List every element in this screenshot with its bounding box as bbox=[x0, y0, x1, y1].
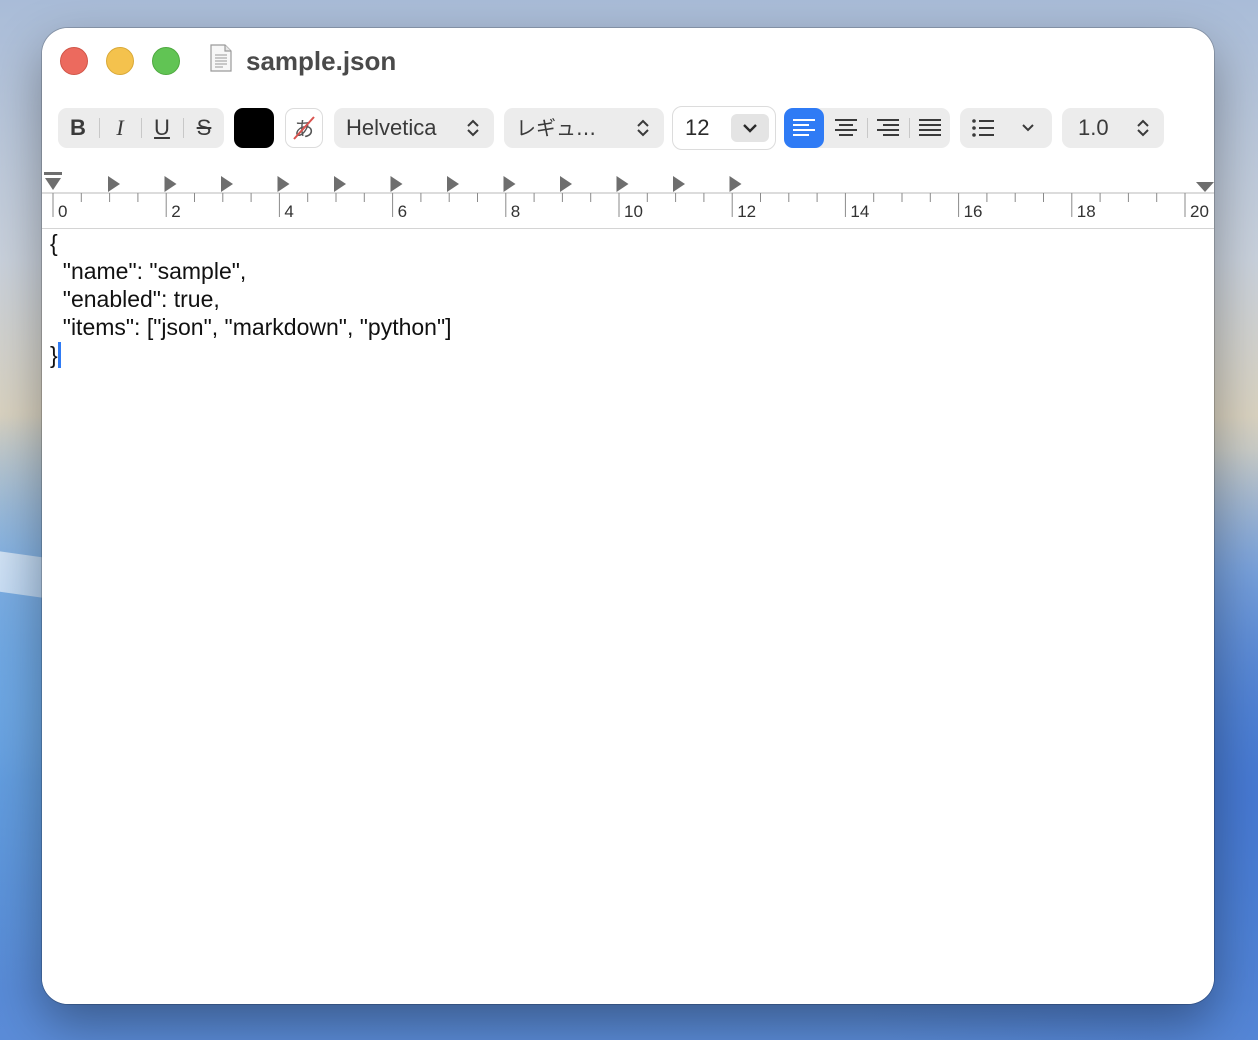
ruler-label: 16 bbox=[963, 202, 983, 221]
ruler-label: 20 bbox=[1190, 202, 1209, 221]
font-family-value: Helvetica bbox=[346, 115, 437, 140]
align-right-button[interactable] bbox=[868, 108, 908, 148]
right-margin-marker bbox=[1196, 182, 1214, 192]
underline-button[interactable]: U bbox=[142, 108, 182, 148]
text-caret bbox=[58, 342, 61, 368]
first-line-indent-marker bbox=[44, 172, 62, 175]
alignment-segmented-control bbox=[784, 108, 950, 148]
textedit-window: sample.json B I U S あ Helvetica bbox=[42, 28, 1214, 1004]
updown-chevron-icon bbox=[467, 119, 479, 137]
ruler-label: 2 bbox=[171, 202, 181, 221]
tab-stop-marker bbox=[616, 176, 629, 192]
ruler-label: 4 bbox=[284, 202, 294, 221]
font-size-combo[interactable]: 12 bbox=[672, 106, 776, 150]
ruler-label: 6 bbox=[397, 202, 408, 221]
justify-button[interactable] bbox=[910, 108, 950, 148]
tab-stop-marker bbox=[560, 176, 572, 192]
tab-stop-marker bbox=[447, 176, 459, 192]
ruler-label: 18 bbox=[1076, 202, 1096, 221]
ruler-label: 0 bbox=[58, 202, 68, 221]
tab-stop-marker bbox=[503, 176, 516, 192]
updown-chevron-icon bbox=[1137, 119, 1149, 137]
typeface-value: レギュ… bbox=[516, 116, 596, 140]
font-size-dropdown-button[interactable] bbox=[731, 114, 769, 142]
tab-stop-marker bbox=[108, 176, 120, 192]
align-center-button[interactable] bbox=[826, 108, 866, 148]
close-button[interactable] bbox=[60, 47, 88, 75]
ruler-label: 14 bbox=[850, 202, 870, 221]
align-center-icon bbox=[835, 119, 857, 136]
text-line: "enabled": true, bbox=[50, 286, 220, 312]
list-style-popup[interactable] bbox=[960, 108, 1052, 148]
updown-chevron-icon bbox=[637, 119, 649, 137]
strikethrough-button[interactable]: S bbox=[184, 108, 224, 148]
font-style-segmented-control: B I U S bbox=[58, 108, 224, 148]
tab-stop-marker bbox=[673, 176, 685, 192]
tab-stop-marker bbox=[277, 176, 290, 192]
align-right-icon bbox=[877, 119, 899, 136]
text-color-well[interactable] bbox=[234, 108, 274, 148]
align-left-icon bbox=[793, 119, 815, 136]
bulleted-list-icon bbox=[972, 119, 994, 137]
tab-stop-marker bbox=[164, 176, 177, 192]
zoom-button[interactable] bbox=[152, 47, 180, 75]
left-indent-marker bbox=[45, 178, 61, 190]
typeface-popup[interactable]: レギュ… bbox=[504, 108, 664, 148]
window-title: sample.json bbox=[246, 46, 397, 76]
tab-stop-marker bbox=[729, 176, 742, 192]
ruler-label: 12 bbox=[737, 202, 757, 221]
text-line: { bbox=[50, 230, 58, 256]
ruler[interactable]: 0 2 4 6 8 10 12 14 16 18 20 bbox=[42, 162, 1214, 229]
tab-stop-marker bbox=[221, 176, 233, 192]
text-line: } bbox=[50, 342, 58, 368]
text-line: "name": "sample", bbox=[50, 258, 247, 284]
ruler-label: 10 bbox=[624, 202, 643, 221]
tab-stop-marker bbox=[334, 176, 346, 192]
minimize-button[interactable] bbox=[106, 47, 134, 75]
text-line: "items": ["json", "markdown", "python"] bbox=[50, 314, 452, 340]
document-icon bbox=[210, 44, 232, 72]
chevron-down-icon bbox=[1022, 124, 1034, 132]
justify-icon bbox=[919, 119, 941, 136]
bold-button[interactable]: B bbox=[58, 108, 98, 148]
highlight-color-button[interactable]: あ bbox=[285, 108, 323, 148]
ruler-label: 8 bbox=[510, 202, 521, 221]
line-spacing-popup[interactable]: 1.0 bbox=[1062, 108, 1164, 148]
line-spacing-value: 1.0 bbox=[1078, 115, 1109, 140]
font-size-value[interactable]: 12 bbox=[685, 107, 709, 149]
chevron-down-icon bbox=[743, 124, 757, 133]
document-text-area[interactable]: { "name": "sample", "enabled": true, "it… bbox=[42, 229, 1214, 1004]
italic-button[interactable]: I bbox=[100, 108, 140, 148]
align-left-button[interactable] bbox=[784, 108, 824, 148]
highlight-icon: あ bbox=[293, 116, 315, 141]
tab-stop-marker bbox=[390, 176, 403, 192]
font-family-popup[interactable]: Helvetica bbox=[334, 108, 494, 148]
title-bar: sample.json B I U S あ Helvetica bbox=[42, 28, 1214, 163]
